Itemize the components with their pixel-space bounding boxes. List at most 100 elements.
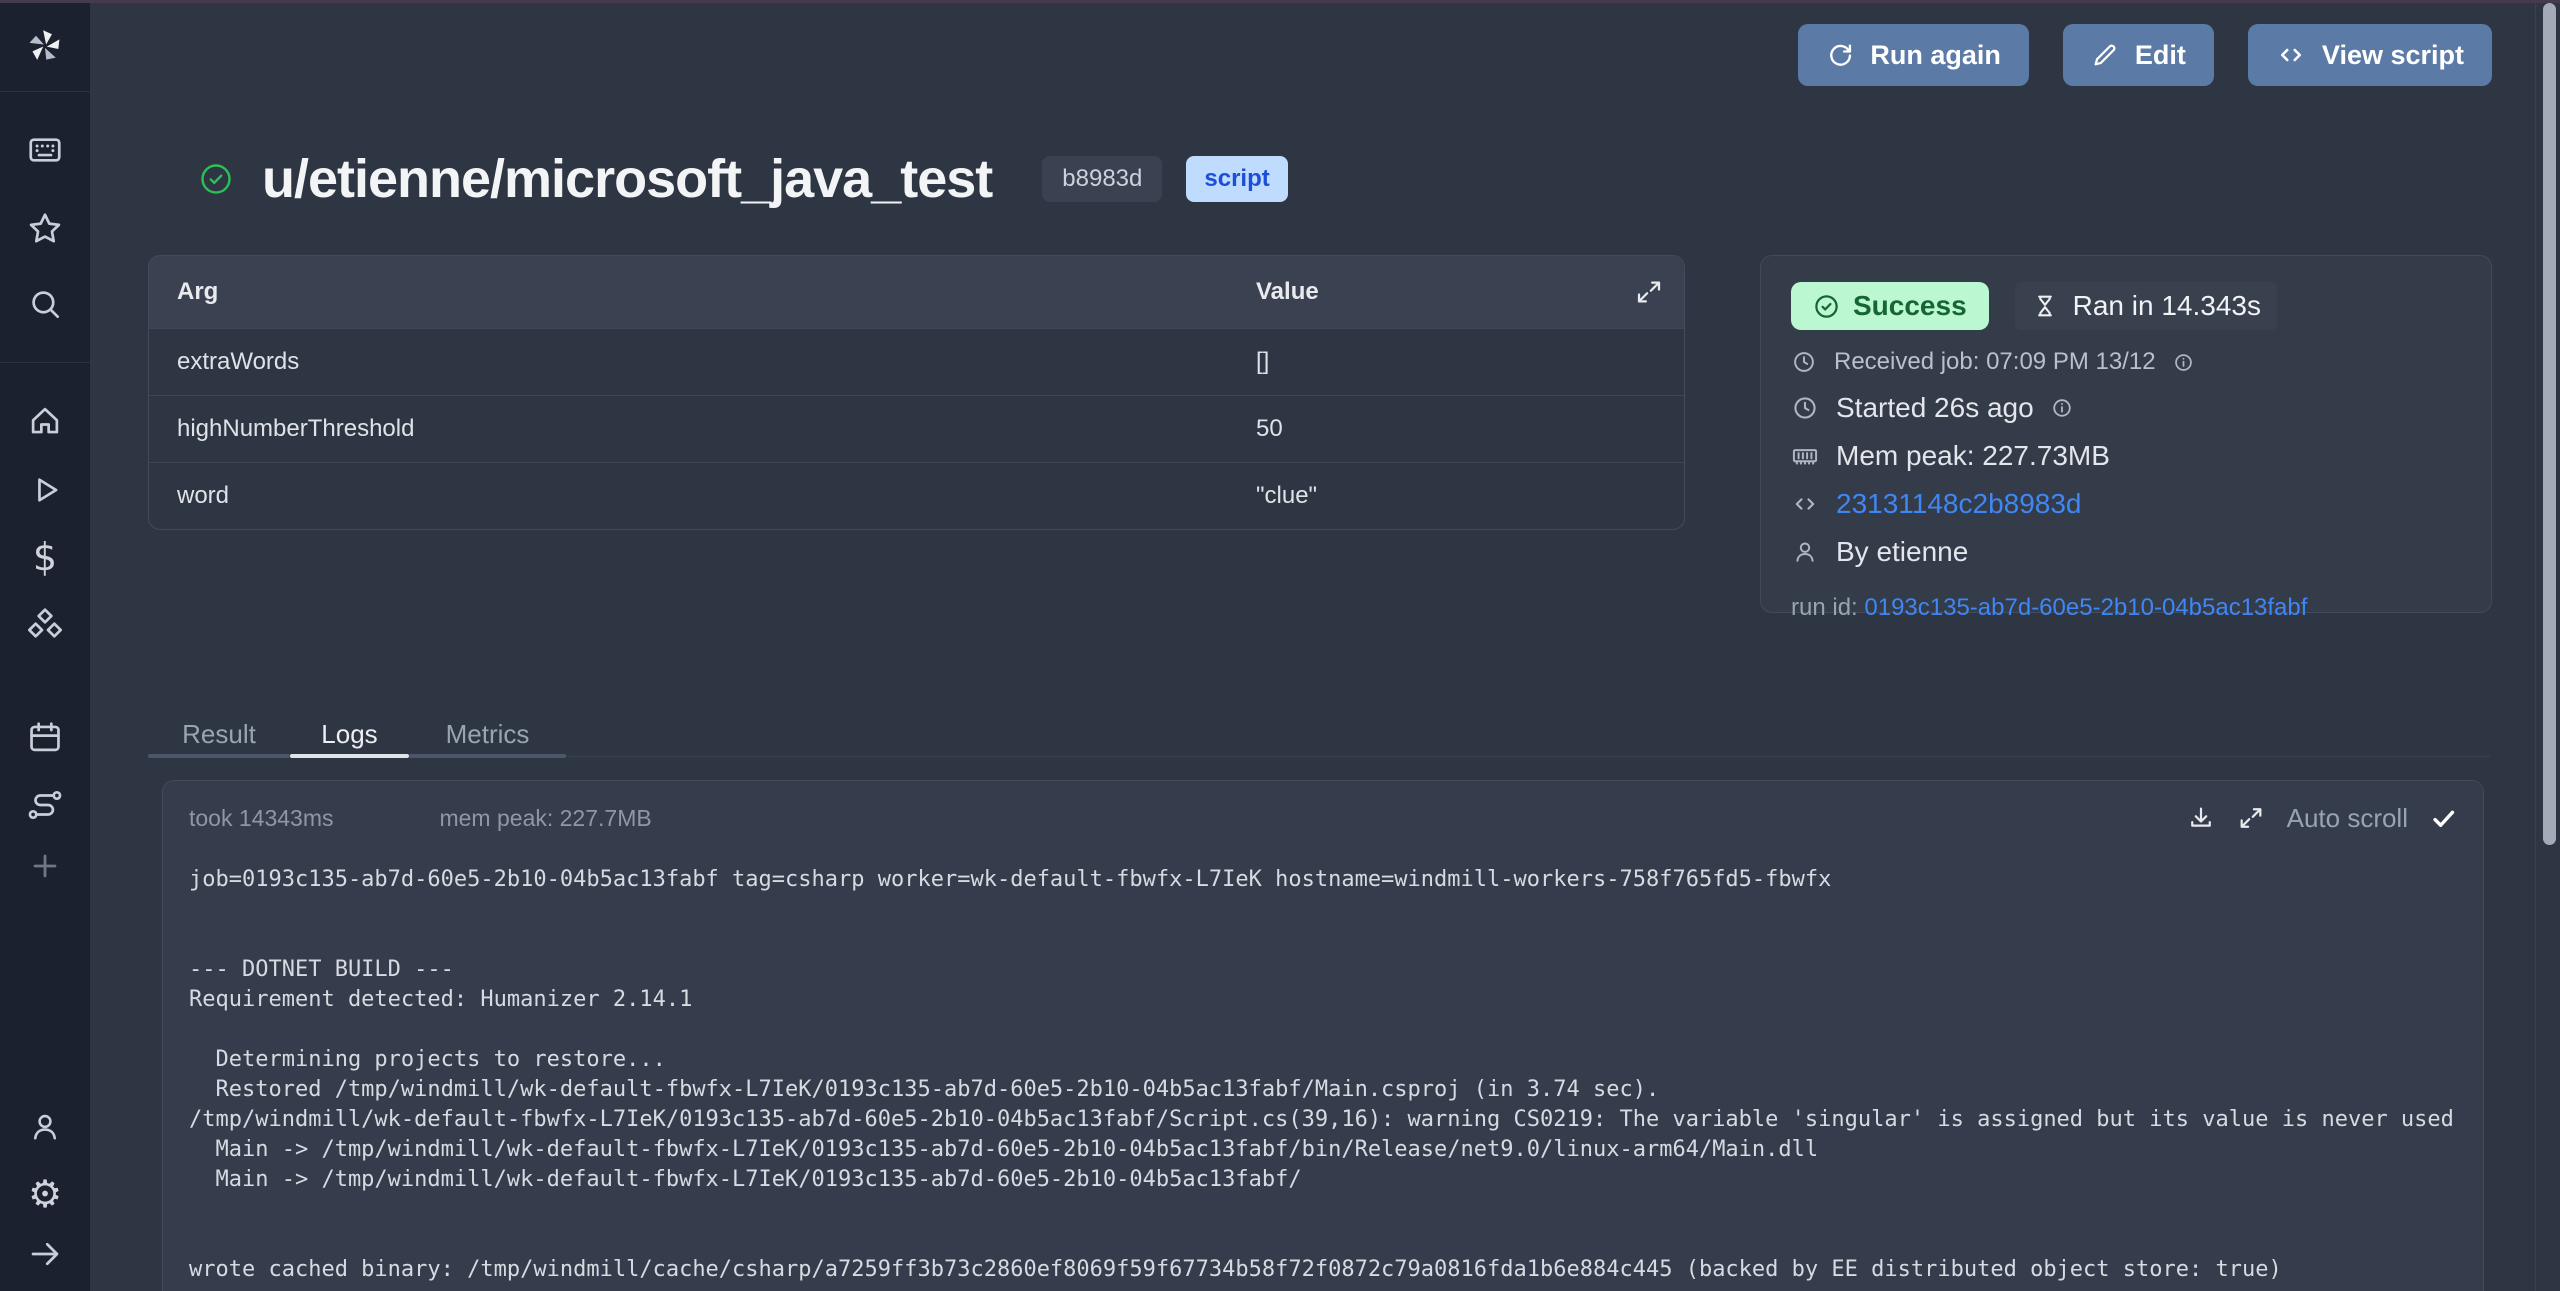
status-badge: Success bbox=[1791, 282, 1989, 330]
arg-value: "clue" bbox=[1256, 482, 1684, 510]
author-label: By etienne bbox=[1836, 536, 1968, 568]
pencil-icon bbox=[2091, 41, 2119, 69]
run-id-row: run id: 0193c135-ab7d-60e5-2b10-04b5ac13… bbox=[1791, 594, 2461, 622]
expand-args-icon[interactable] bbox=[1634, 277, 1664, 307]
play-icon bbox=[26, 471, 64, 509]
arg-value: 50 bbox=[1256, 415, 1684, 443]
cubes-icon bbox=[25, 605, 65, 645]
search-icon bbox=[26, 285, 64, 323]
mem-peak-row: Mem peak: 227.73MB bbox=[1791, 436, 2461, 476]
calendar-icon bbox=[26, 719, 64, 757]
tab-result[interactable]: Result bbox=[148, 712, 290, 756]
check-circle-icon bbox=[1813, 293, 1840, 320]
result-tabs: Result Logs Metrics bbox=[148, 712, 566, 756]
sidebar-item-settings[interactable]: ⚙ bbox=[25, 1174, 65, 1214]
status-row: Success Ran in 14.343s bbox=[1791, 282, 2461, 330]
memory-icon bbox=[1791, 442, 1819, 470]
info-icon[interactable] bbox=[2051, 397, 2073, 419]
sidebar-item-add[interactable] bbox=[25, 846, 65, 886]
log-text: job=0193c135-ab7d-60e5-2b10-04b5ac13fabf… bbox=[189, 865, 2457, 1285]
received-label: Received job: 07:09 PM 13/12 bbox=[1834, 348, 2156, 376]
refresh-icon bbox=[1826, 41, 1854, 69]
arrow-right-icon bbox=[27, 1236, 63, 1272]
tab-metrics[interactable]: Metrics bbox=[409, 712, 566, 756]
star-icon bbox=[26, 210, 64, 248]
log-controls: Auto scroll bbox=[2187, 803, 2457, 834]
sidebar-item-flows[interactable] bbox=[25, 785, 65, 825]
windmill-logo-icon bbox=[23, 24, 67, 68]
header-actions: Run again Edit View script bbox=[1798, 24, 2492, 86]
status-label: Success bbox=[1853, 290, 1967, 322]
auto-scroll-checkbox[interactable] bbox=[2430, 805, 2457, 832]
sidebar-item-variables[interactable]: $ bbox=[25, 537, 65, 577]
code-icon bbox=[1791, 490, 1819, 518]
table-row: word "clue" bbox=[149, 462, 1684, 529]
script-hash-link[interactable]: 23131148c2b8983d bbox=[1836, 488, 2082, 520]
started-label: Started 26s ago bbox=[1836, 392, 2034, 424]
version-badge: b8983d bbox=[1042, 156, 1162, 202]
started-row: Started 26s ago bbox=[1791, 388, 2461, 428]
sidebar-divider bbox=[0, 362, 90, 363]
sidebar-item-resources[interactable] bbox=[25, 605, 65, 645]
view-script-button[interactable]: View script bbox=[2248, 24, 2492, 86]
sidebar-item-schedules[interactable] bbox=[25, 718, 65, 758]
keyboard-icon bbox=[26, 131, 64, 169]
duration-label: Ran in 14.343s bbox=[2073, 290, 2261, 322]
expand-logs-icon[interactable] bbox=[2237, 804, 2265, 832]
kind-badge: script bbox=[1186, 156, 1287, 202]
check-icon bbox=[2430, 805, 2457, 832]
arg-column-header: Arg bbox=[149, 278, 1256, 306]
clock-icon bbox=[1791, 349, 1817, 375]
plus-icon bbox=[28, 849, 62, 883]
arg-value: [] bbox=[1256, 348, 1684, 376]
success-check-icon bbox=[198, 161, 234, 197]
hourglass-icon bbox=[2031, 292, 2059, 320]
sidebar-item-apps[interactable] bbox=[25, 130, 65, 170]
sidebar-item-favorites[interactable] bbox=[25, 209, 65, 249]
sidebar-item-search[interactable] bbox=[25, 284, 65, 324]
received-row: Received job: 07:09 PM 13/12 bbox=[1791, 344, 2461, 380]
windmill-run-page: $ bbox=[0, 0, 2560, 1291]
arg-name: extraWords bbox=[149, 348, 1256, 376]
auto-scroll-label: Auto scroll bbox=[2287, 803, 2408, 834]
dollar-icon: $ bbox=[33, 538, 57, 576]
mem-peak-label: Mem peak: 227.73MB bbox=[1836, 440, 2110, 472]
clock-icon bbox=[1791, 394, 1819, 422]
window-accent-line bbox=[0, 0, 2560, 3]
run-again-button[interactable]: Run again bbox=[1798, 24, 2029, 86]
arg-name: word bbox=[149, 482, 1256, 510]
info-icon[interactable] bbox=[2173, 352, 2194, 373]
windmill-logo[interactable] bbox=[0, 0, 90, 92]
duration-chip: Ran in 14.343s bbox=[2015, 282, 2277, 330]
run-id-link[interactable]: 0193c135-ab7d-60e5-2b10-04b5ac13fabf bbox=[1864, 594, 2307, 621]
run-again-label: Run again bbox=[1870, 40, 2001, 71]
sidebar-item-home[interactable] bbox=[25, 401, 65, 441]
view-script-label: View script bbox=[2322, 40, 2464, 71]
sidebar-item-account[interactable] bbox=[25, 1107, 65, 1147]
args-table: Arg Value extraWords [] highNumberThresh… bbox=[148, 255, 1685, 530]
sidebar-collapse[interactable] bbox=[25, 1234, 65, 1274]
scrollbar-thumb[interactable] bbox=[2543, 3, 2556, 845]
route-icon bbox=[26, 786, 64, 824]
log-took: took 14343ms bbox=[189, 805, 333, 832]
log-panel: took 14343ms mem peak: 227.7MB Auto scro… bbox=[162, 780, 2484, 1291]
table-row: extraWords [] bbox=[149, 328, 1684, 395]
code-icon bbox=[2276, 40, 2306, 70]
log-mem-peak: mem peak: 227.7MB bbox=[439, 805, 651, 832]
args-table-header: Arg Value bbox=[149, 256, 1684, 328]
user-icon bbox=[1791, 538, 1819, 566]
script-hash-row: 23131148c2b8983d bbox=[1791, 484, 2461, 524]
page-title: u/etienne/microsoft_java_test bbox=[262, 148, 992, 210]
sidebar: $ bbox=[0, 0, 90, 1291]
value-column-header: Value bbox=[1256, 278, 1634, 306]
scrollbar-track bbox=[2535, 0, 2536, 1291]
log-header: took 14343ms mem peak: 227.7MB Auto scro… bbox=[189, 781, 2457, 855]
user-icon bbox=[27, 1109, 63, 1145]
sidebar-item-runs[interactable] bbox=[25, 470, 65, 510]
title-row: u/etienne/microsoft_java_test b8983d scr… bbox=[198, 148, 1288, 210]
tab-logs[interactable]: Logs bbox=[290, 712, 409, 756]
job-info-panel: Success Ran in 14.343s Received job: 07:… bbox=[1760, 255, 2492, 613]
download-logs-icon[interactable] bbox=[2187, 804, 2215, 832]
edit-label: Edit bbox=[2135, 40, 2186, 71]
edit-button[interactable]: Edit bbox=[2063, 24, 2214, 86]
